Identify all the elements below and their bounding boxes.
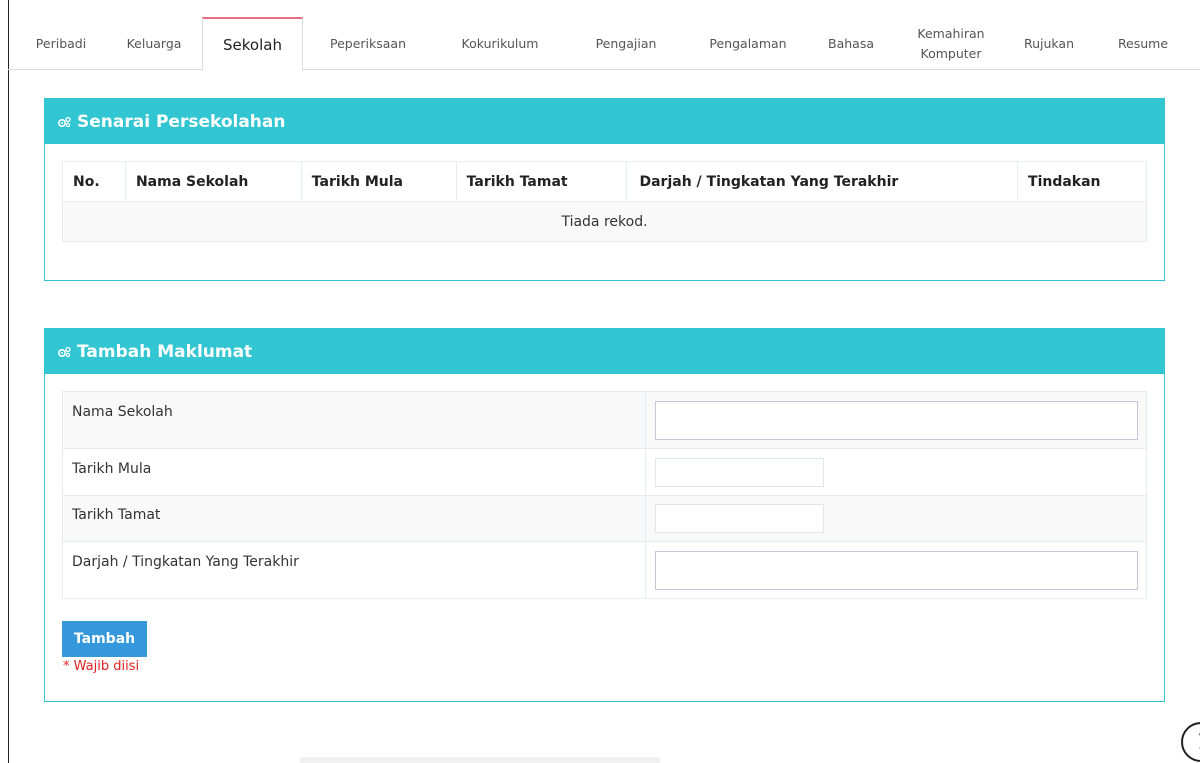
table-header-row: No. Nama Sekolah Tarikh Mula Tarikh Tama… — [62, 161, 1147, 202]
tab-pengalaman[interactable]: Pengalaman — [698, 17, 798, 70]
tab-peperiksaan[interactable]: Peperiksaan — [318, 17, 418, 70]
tab-kemahiran-komputer[interactable]: Kemahiran Komputer — [906, 17, 996, 70]
tarikh-tamat-input[interactable] — [655, 504, 824, 533]
tab-keluarga[interactable]: Keluarga — [114, 17, 194, 70]
column-header: Nama Sekolah — [124, 161, 302, 202]
nama-sekolah-cell — [645, 391, 1147, 449]
nama-sekolah-input[interactable] — [655, 401, 1138, 440]
form-row: Tarikh Tamat — [62, 495, 1147, 542]
cogs-icon — [57, 346, 71, 358]
tarikh-mula-label: Tarikh Mula — [62, 448, 646, 496]
column-header: Tarikh Tamat — [455, 161, 628, 202]
table-row: Tiada rekod. — [62, 201, 1147, 242]
tab-pengajian[interactable]: Pengajian — [586, 17, 666, 70]
column-header: Tarikh Mula — [300, 161, 457, 202]
add-school-form: Nama Sekolah Tarikh Mula Tarikh Tamat Da… — [62, 391, 1147, 599]
tarikh-tamat-cell — [645, 495, 1147, 542]
tab-kokurikulum[interactable]: Kokurikulum — [450, 17, 550, 70]
tarikh-tamat-label: Tarikh Tamat — [62, 495, 646, 542]
column-header: Tindakan — [1017, 161, 1147, 202]
form-panel-header: Tambah Maklumat — [45, 329, 1164, 374]
form-panel-title: Tambah Maklumat — [77, 341, 253, 362]
tab-bar: Peribadi Keluarga Sekolah Peperiksaan Ko… — [8, 17, 1200, 71]
form-row: Nama Sekolah — [62, 391, 1147, 449]
cogs-icon — [57, 116, 71, 128]
tarikh-mula-cell — [645, 448, 1147, 496]
nama-sekolah-label: Nama Sekolah — [62, 391, 646, 449]
column-header: Darjah / Tingkatan Yang Terakhir — [626, 161, 1019, 202]
bottom-scroll-shadow — [300, 757, 660, 763]
list-panel: Senarai Persekolahan No. Nama Sekolah Ta… — [44, 98, 1165, 281]
form-row: Darjah / Tingkatan Yang Terakhir — [62, 541, 1147, 599]
tab-peribadi[interactable]: Peribadi — [30, 17, 92, 70]
school-list-table: No. Nama Sekolah Tarikh Mula Tarikh Tama… — [62, 161, 1147, 242]
tab-sekolah[interactable]: Sekolah — [202, 17, 303, 71]
darjah-tingkatan-cell — [645, 541, 1147, 599]
darjah-tingkatan-input[interactable] — [655, 551, 1138, 590]
empty-row-text: Tiada rekod. — [62, 201, 1147, 242]
form-panel: Tambah Maklumat Nama Sekolah Tarikh Mula… — [44, 328, 1165, 702]
tab-resume[interactable]: Resume — [1108, 17, 1178, 70]
tab-bahasa[interactable]: Bahasa — [816, 17, 886, 70]
darjah-tingkatan-label: Darjah / Tingkatan Yang Terakhir — [62, 541, 646, 599]
tab-rujukan[interactable]: Rujukan — [1013, 17, 1085, 70]
list-panel-title: Senarai Persekolahan — [77, 111, 286, 132]
required-note: * Wajib diisi — [63, 659, 140, 674]
tambah-button[interactable]: Tambah — [62, 621, 147, 657]
column-header: No. — [62, 161, 126, 202]
list-panel-header: Senarai Persekolahan — [45, 99, 1164, 144]
tarikh-mula-input[interactable] — [655, 458, 824, 487]
form-row: Tarikh Mula — [62, 448, 1147, 496]
